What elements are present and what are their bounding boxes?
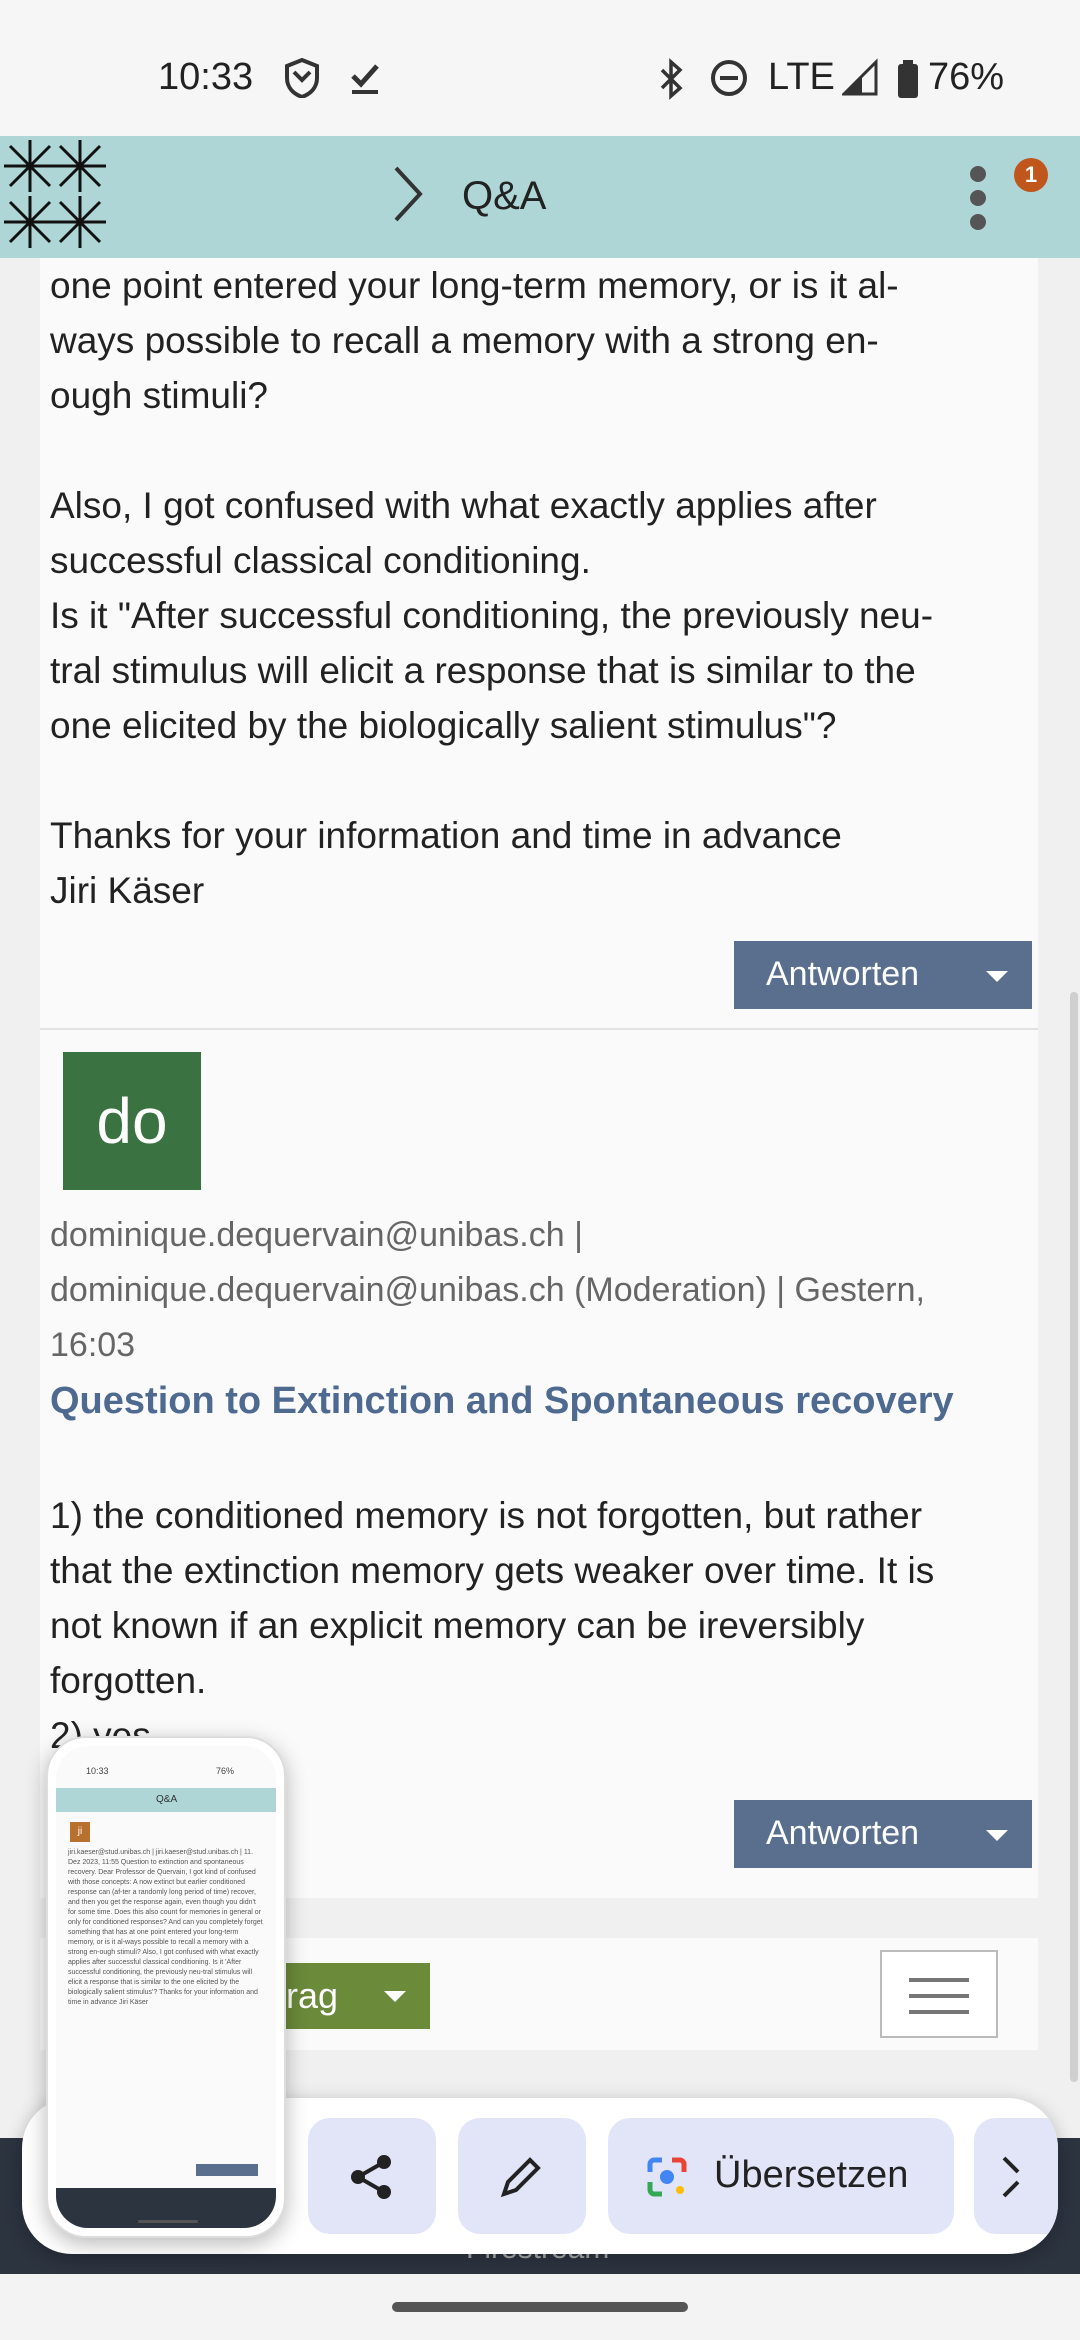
notification-badge[interactable]: 1 xyxy=(1014,158,1048,192)
post-line: one elicited by the biologically salient… xyxy=(50,705,837,746)
post-line: Also, I got confused with what exactly a… xyxy=(50,485,877,526)
answer-line: not known if an explicit memory can be i… xyxy=(50,1605,865,1646)
thumbnail-avatar: ji xyxy=(70,1822,90,1842)
page-title[interactable]: Q&A xyxy=(462,174,546,219)
author-line: dominique.dequervain@unibas.ch | xyxy=(50,1216,583,1254)
thumbnail-battery: 76% xyxy=(216,1766,235,1776)
share-icon xyxy=(351,2155,391,2199)
post-line: Thanks for your information and time in … xyxy=(50,815,842,856)
translate-label: Übersetzen xyxy=(714,2154,909,2196)
edit-button[interactable] xyxy=(458,2118,586,2234)
post-line: tral stimulus will elicit a response tha… xyxy=(50,650,916,691)
answer-line: that the extinction memory gets weaker o… xyxy=(50,1550,935,1591)
author-moderation-line: dominique.dequervain@unibas.ch (Moderati… xyxy=(50,1271,925,1309)
network-type: LTE xyxy=(768,56,835,98)
app-header: Q&A 1 xyxy=(0,136,1080,258)
answer-line: 1) the conditioned memory is not forgott… xyxy=(50,1495,923,1536)
post-body-text: one point entered your long-term memory,… xyxy=(50,258,933,918)
bluetooth-icon xyxy=(658,58,686,109)
expand-button[interactable] xyxy=(974,2118,1058,2234)
post-line: ough stimuli? xyxy=(50,375,269,416)
thumbnail-reply-button xyxy=(196,2164,258,2176)
scrollbar[interactable] xyxy=(1070,992,1078,2082)
post-signature: Jiri Käser xyxy=(50,870,205,911)
status-bar: 10:33 LTE 76% xyxy=(0,0,1080,136)
download-done-icon xyxy=(348,58,382,107)
answer-body: 1) the conditioned memory is not forgott… xyxy=(50,1488,1035,1763)
reply-button[interactable]: Antworten xyxy=(734,1800,1032,1868)
site-logo[interactable] xyxy=(0,136,124,258)
thumbnail-time: 10:33 xyxy=(86,1766,109,1776)
more-options-icon[interactable] xyxy=(966,166,990,236)
post-line: ways possible to recall a memory with a … xyxy=(50,320,879,361)
translate-button[interactable]: Übersetzen xyxy=(608,2118,954,2234)
battery-icon xyxy=(896,58,920,109)
thumbnail-screen: 10:33 76% Q&A ji jiri.kaeser@stud.unibas… xyxy=(56,1746,276,2228)
post-line: successful classical conditioning. xyxy=(50,540,591,581)
breadcrumb-chevron-icon xyxy=(388,164,428,224)
answer-line: forgotten. xyxy=(50,1660,207,1701)
lens-icon xyxy=(647,2157,687,2197)
new-post-label: rag xyxy=(286,1975,339,2016)
battery-level: 76% xyxy=(928,56,1005,98)
status-time: 10:33 xyxy=(158,56,254,98)
caret-down-icon[interactable] xyxy=(986,1830,1008,1841)
post-meta: dominique.dequervain@unibas.ch | dominiq… xyxy=(50,1208,1030,1373)
forum-thread: one point entered your long-term memory,… xyxy=(40,258,1038,1898)
post-title[interactable]: Question to Extinction and Spontaneous r… xyxy=(50,1380,954,1423)
thumbnail-home-indicator xyxy=(138,2220,198,2223)
post-time: 16:03 xyxy=(50,1326,136,1364)
post-line: Is it "After successful conditioning, th… xyxy=(50,595,934,636)
post-divider xyxy=(40,1028,1038,1030)
reply-button[interactable]: Antworten xyxy=(734,941,1032,1009)
pencil-icon xyxy=(500,2157,541,2198)
expand-icon xyxy=(1002,2156,1020,2198)
reply-button-label: Antworten xyxy=(766,955,920,993)
post-line: one point entered your long-term memory,… xyxy=(50,265,899,306)
shield-icon xyxy=(284,57,320,107)
screenshot-thumbnail[interactable]: 10:33 76% Q&A ji jiri.kaeser@stud.unibas… xyxy=(46,1736,286,2238)
avatar[interactable]: do xyxy=(63,1052,201,1190)
do-not-disturb-icon xyxy=(710,58,748,107)
thumbnail-text: jiri.kaeser@stud.unibas.ch | jiri.kaeser… xyxy=(68,1849,263,2006)
signal-icon xyxy=(840,58,878,107)
reply-button-label: Antworten xyxy=(766,1814,920,1852)
hamburger-menu-icon[interactable] xyxy=(880,1950,998,2038)
caret-down-icon[interactable] xyxy=(384,1991,406,2002)
home-indicator[interactable] xyxy=(392,2302,688,2312)
share-button[interactable] xyxy=(308,2118,436,2234)
caret-down-icon[interactable] xyxy=(986,971,1008,982)
thumbnail-title: Q&A xyxy=(156,1794,178,1805)
